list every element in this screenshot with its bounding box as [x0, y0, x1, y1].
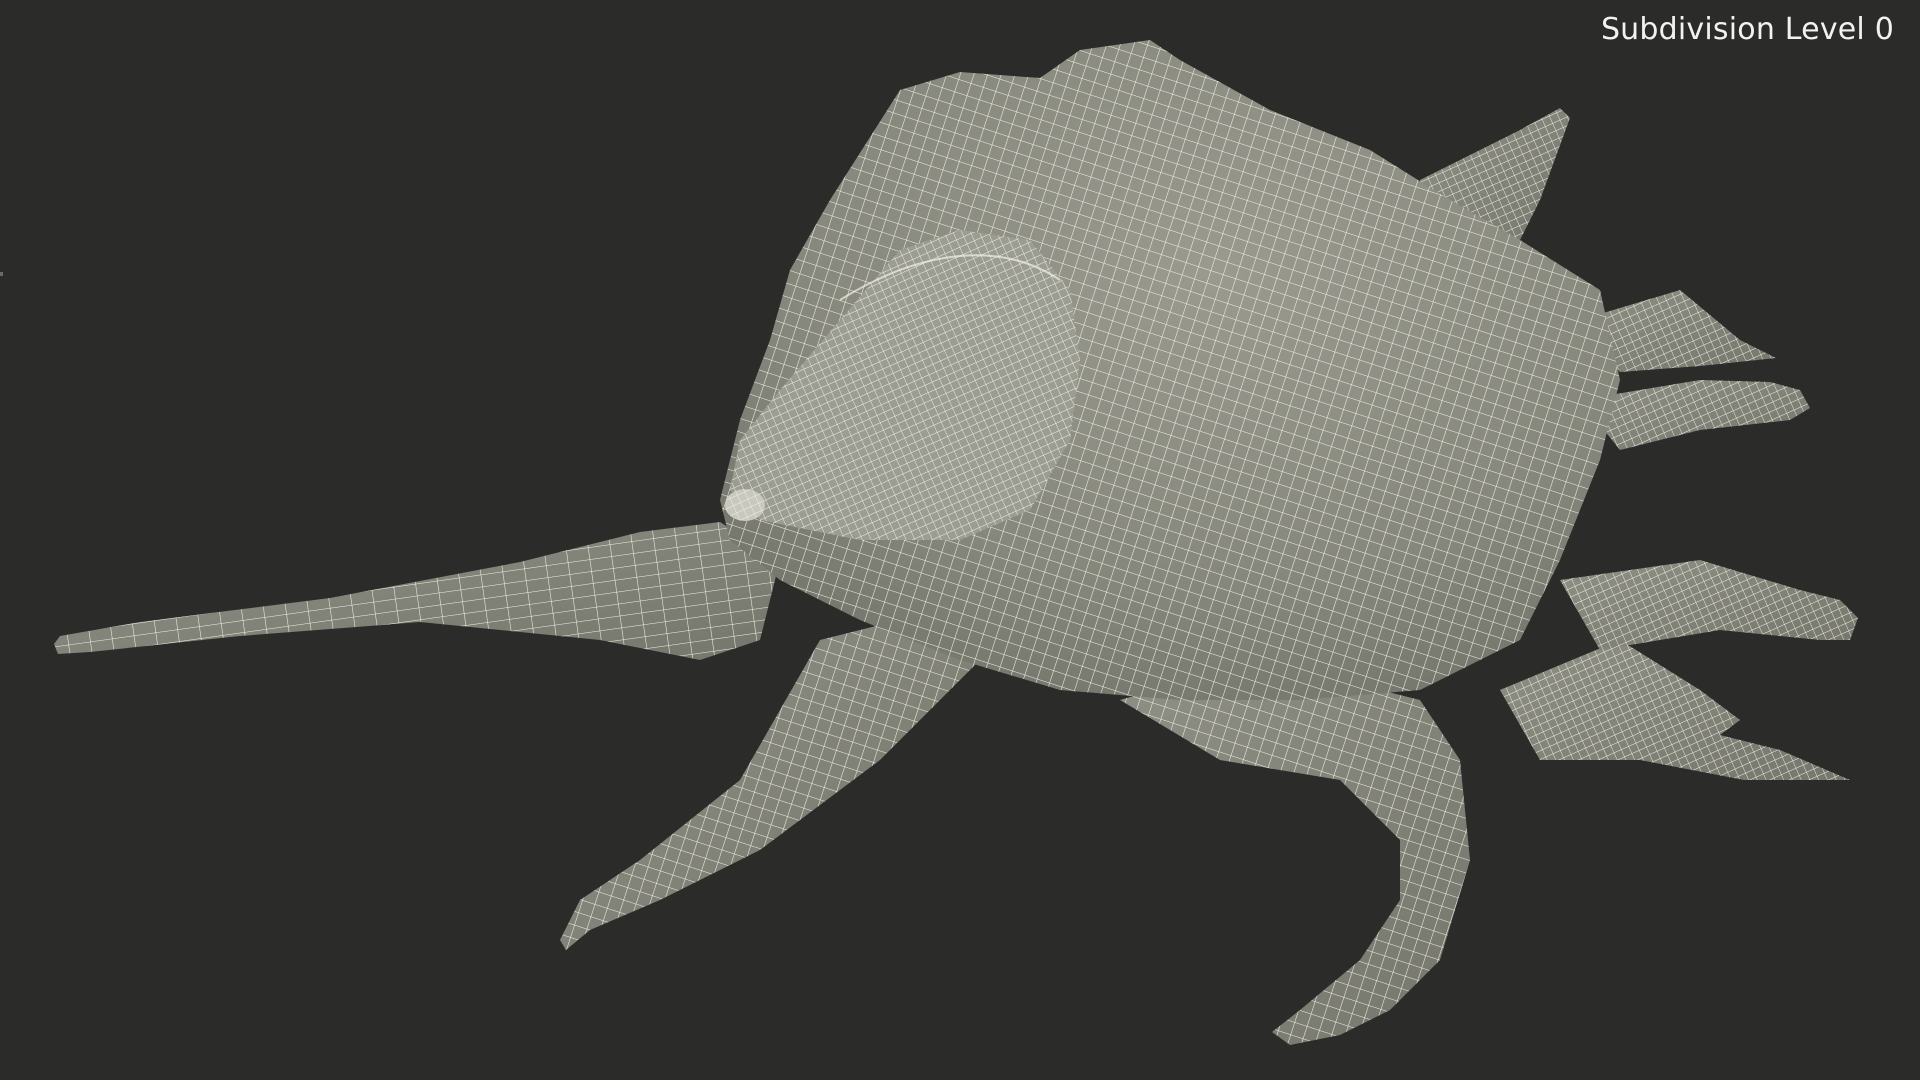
shell-wireframe-model: [54, 40, 1858, 1045]
left-canal-spine: [54, 522, 780, 660]
lower-left-spine: [560, 620, 980, 950]
bottom-spine: [1120, 660, 1470, 1045]
subdivision-level-label: Subdivision Level 0: [1600, 12, 1894, 47]
3d-viewport[interactable]: Subdivision Level 0: [0, 0, 1920, 1080]
